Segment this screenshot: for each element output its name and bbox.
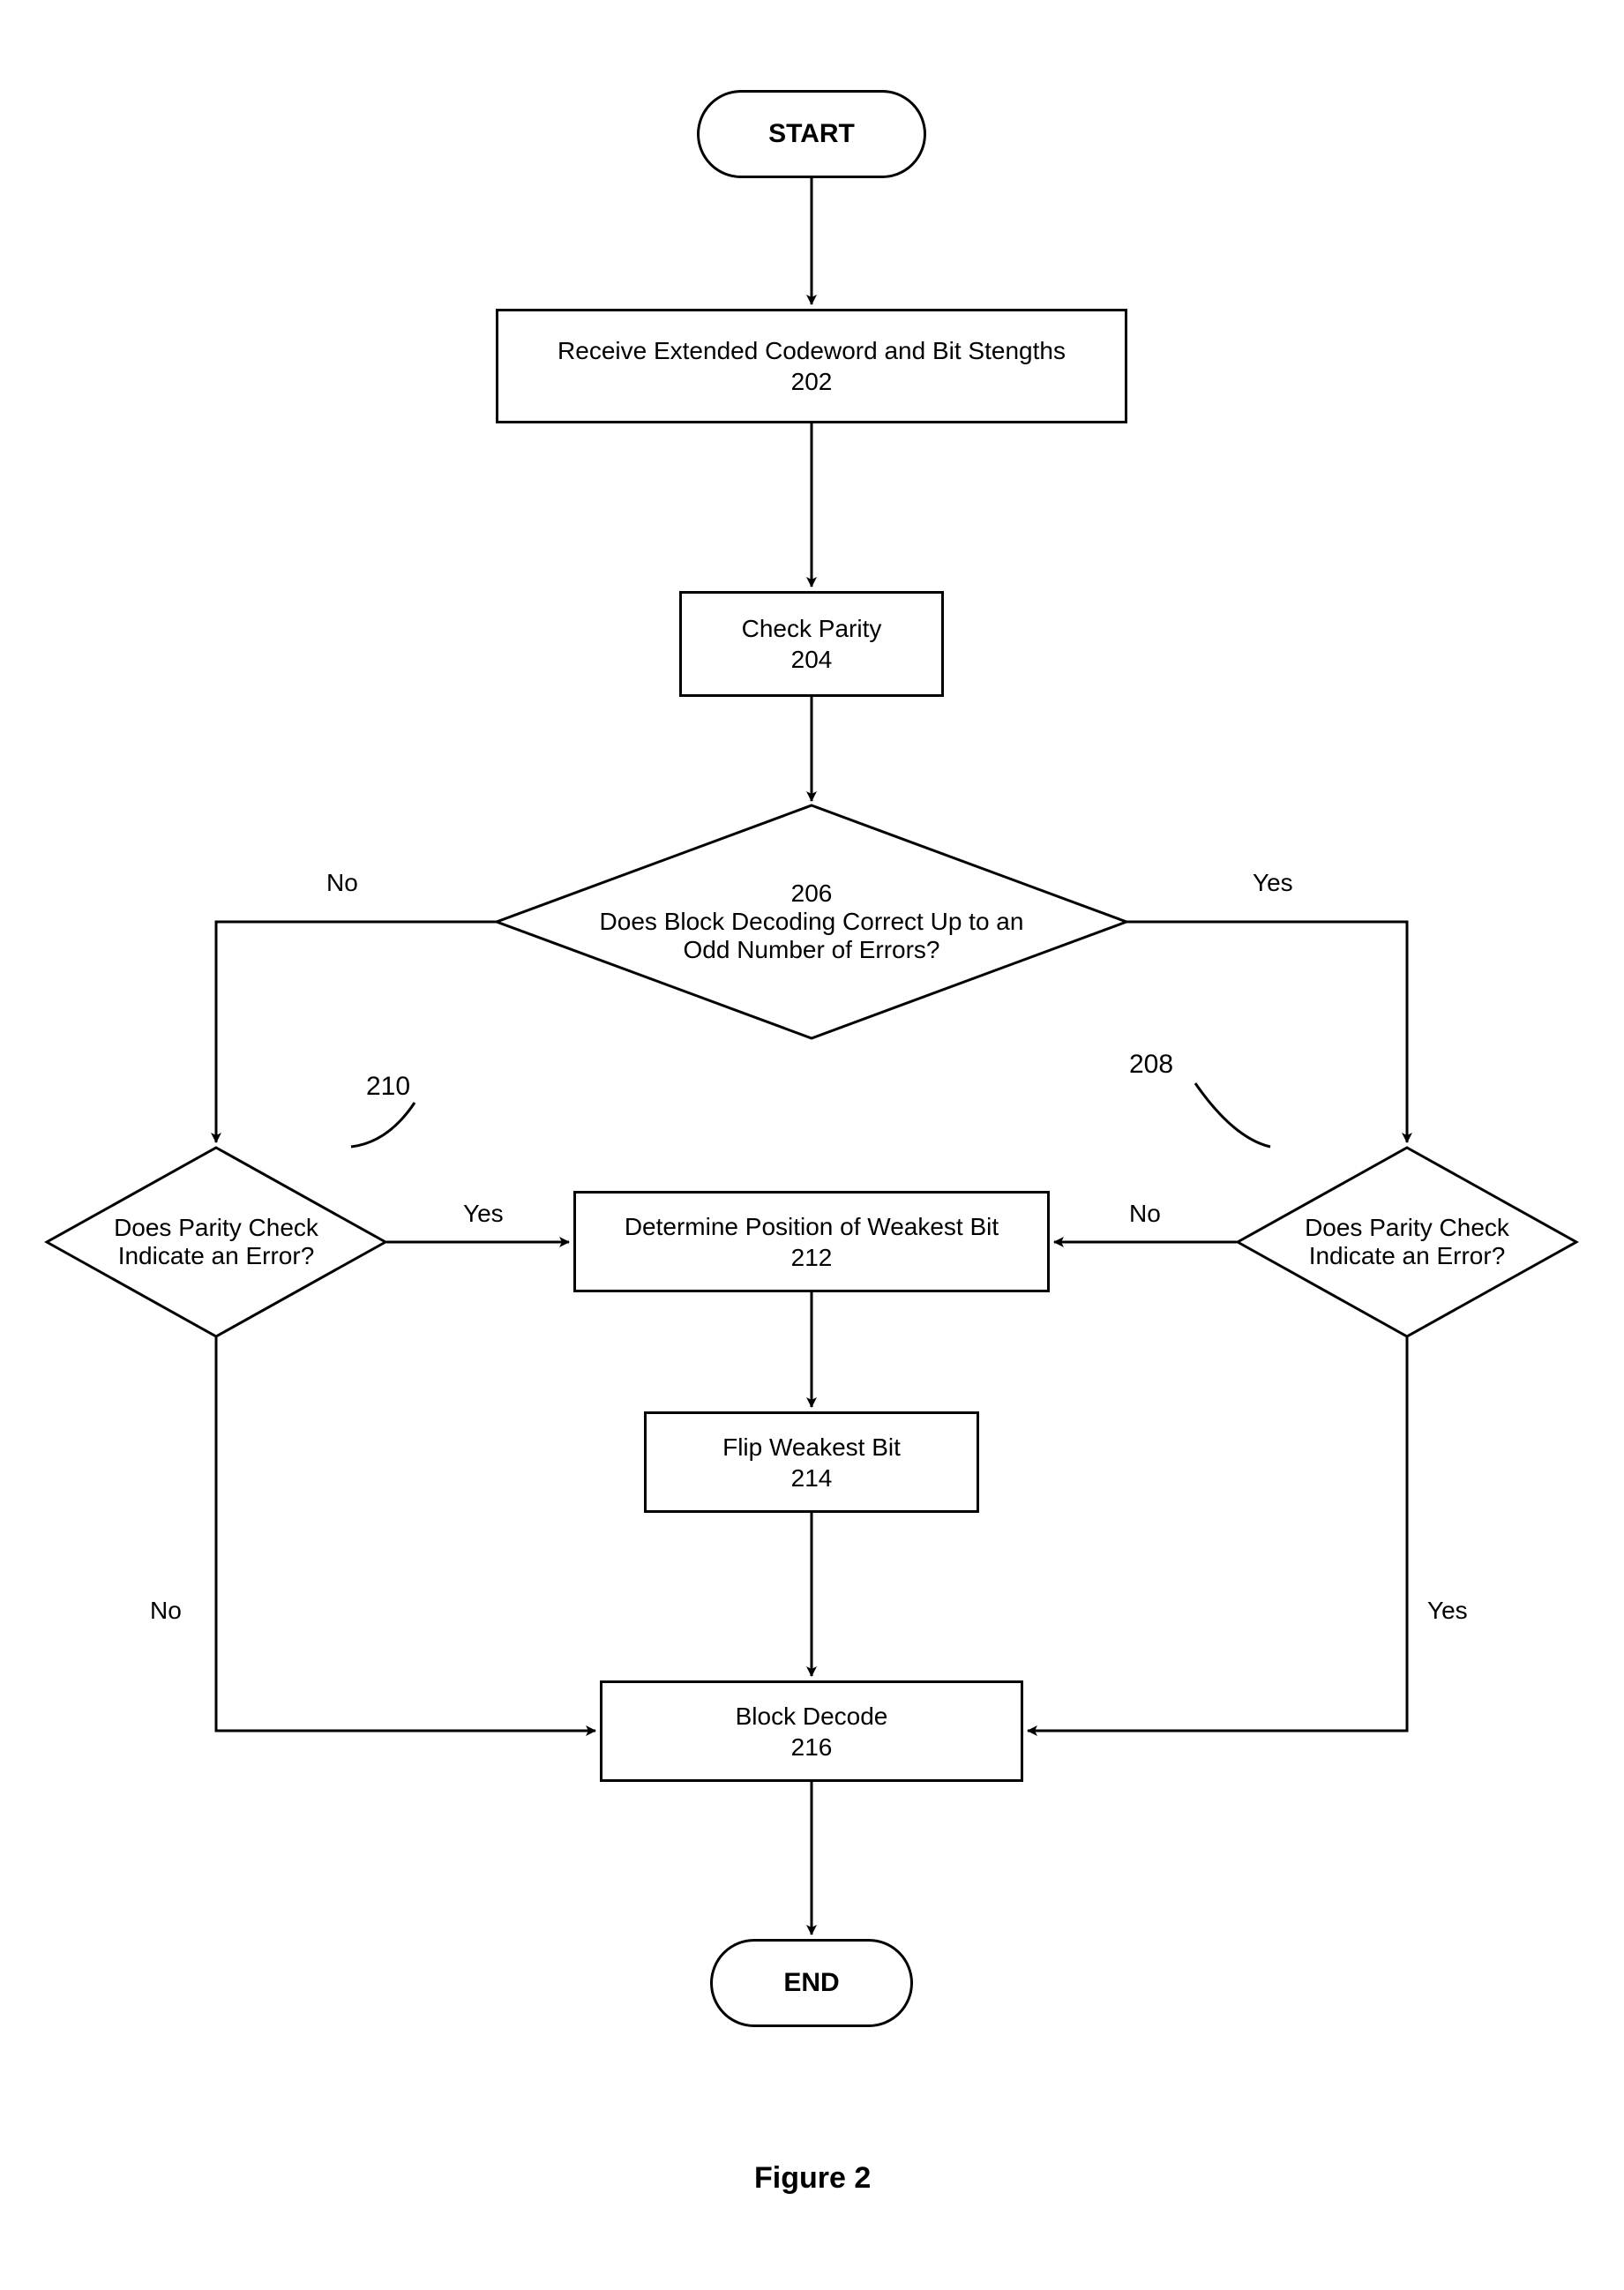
process-receive: Receive Extended Codeword and Bit Stengt… <box>496 309 1127 423</box>
process-weakest-position: Determine Position of Weakest Bit 212 <box>573 1191 1050 1292</box>
ref-label-208: 208 <box>1129 1050 1173 1080</box>
edge-label-odd-no: No <box>326 869 358 897</box>
decision-odd-errors: 206 Does Block Decoding Correct Up to an… <box>494 803 1129 1041</box>
process-block-decode-title: Block Decode <box>736 1701 888 1732</box>
decision-odd-title: Does Block Decoding Correct Up to an Odd… <box>600 908 1024 964</box>
process-check-parity-ref: 204 <box>791 644 833 675</box>
edge-label-right-no: No <box>1129 1200 1161 1228</box>
edge-label-left-no: No <box>150 1597 182 1625</box>
process-check-parity-title: Check Parity <box>742 613 882 644</box>
figure-caption: Figure 2 <box>754 2161 871 2196</box>
process-receive-ref: 202 <box>791 366 833 397</box>
edge-label-left-yes: Yes <box>463 1200 504 1228</box>
decision-parity-right-title: Does Parity Check Indicate an Error? <box>1305 1214 1509 1270</box>
process-weakest-position-title: Determine Position of Weakest Bit <box>625 1211 999 1242</box>
decision-parity-left: Does Parity Check Indicate an Error? <box>44 1145 388 1339</box>
decision-parity-left-title: Does Parity Check Indicate an Error? <box>114 1214 318 1270</box>
process-flip-ref: 214 <box>791 1463 833 1493</box>
end-label: END <box>783 1966 839 2000</box>
start-terminal: START <box>697 90 926 178</box>
ref-label-210: 210 <box>366 1072 410 1102</box>
process-block-decode: Block Decode 216 <box>600 1680 1023 1782</box>
process-flip: Flip Weakest Bit 214 <box>644 1411 979 1513</box>
decision-parity-right: Does Parity Check Indicate an Error? <box>1235 1145 1579 1339</box>
process-receive-title: Receive Extended Codeword and Bit Stengt… <box>558 335 1066 366</box>
process-weakest-position-ref: 212 <box>791 1242 833 1273</box>
process-block-decode-ref: 216 <box>791 1732 833 1762</box>
edge-label-odd-yes: Yes <box>1253 869 1293 897</box>
flowchart-canvas: START Receive Extended Codeword and Bit … <box>0 0 1624 2290</box>
start-label: START <box>768 117 855 151</box>
process-flip-title: Flip Weakest Bit <box>722 1432 901 1463</box>
process-check-parity: Check Parity 204 <box>679 591 944 697</box>
end-terminal: END <box>710 1939 913 2027</box>
decision-odd-ref: 206 <box>791 879 833 908</box>
edge-label-right-yes: Yes <box>1427 1597 1468 1625</box>
